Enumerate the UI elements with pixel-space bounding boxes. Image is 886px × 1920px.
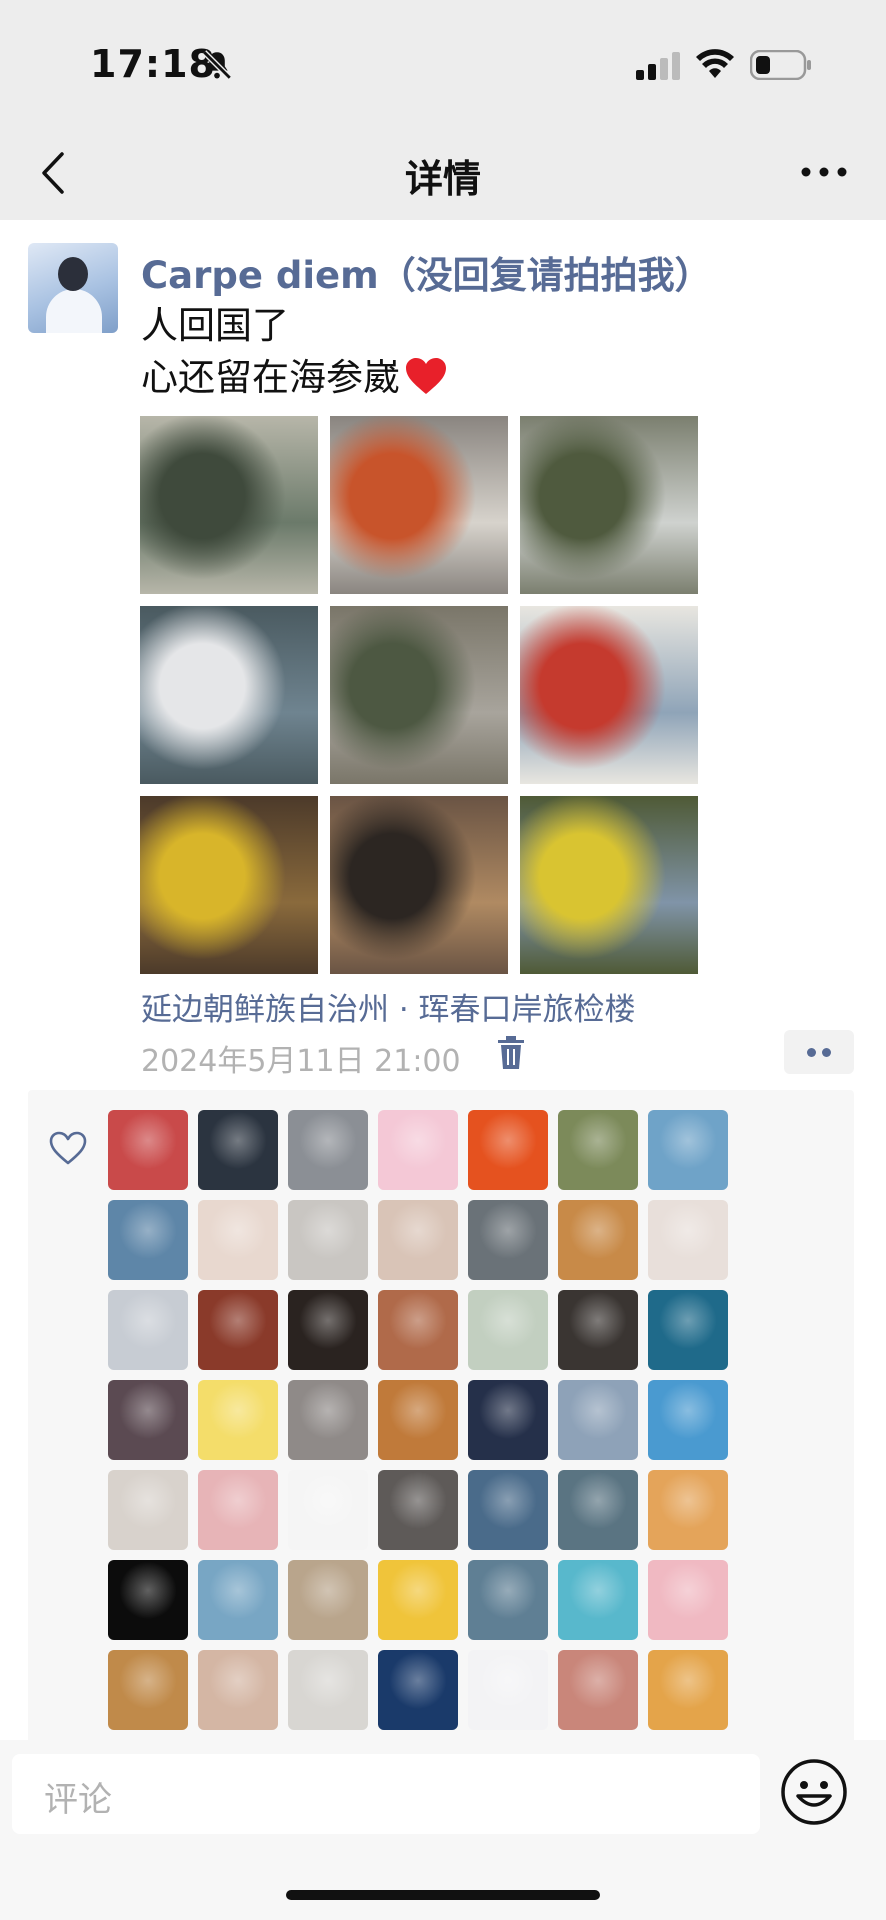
liker-avatar[interactable] <box>288 1560 368 1640</box>
photo-grid <box>140 416 698 974</box>
liker-avatar[interactable] <box>648 1470 728 1550</box>
liker-avatar[interactable] <box>648 1560 728 1640</box>
smiley-icon[interactable] <box>780 1758 848 1826</box>
liker-avatar[interactable] <box>288 1290 368 1370</box>
liker-avatar[interactable] <box>558 1380 638 1460</box>
liker-avatar[interactable] <box>108 1470 188 1550</box>
liker-avatar[interactable] <box>468 1110 548 1190</box>
liker-avatar[interactable] <box>558 1110 638 1190</box>
liker-avatar[interactable] <box>108 1200 188 1280</box>
liker-avatar[interactable] <box>648 1650 728 1730</box>
bell-slash-icon <box>202 50 232 80</box>
liker-avatar[interactable] <box>288 1110 368 1190</box>
liker-avatar[interactable] <box>198 1290 278 1370</box>
post-action-button[interactable] <box>784 1030 854 1074</box>
status-bar: 17:18 <box>0 0 886 130</box>
street-cafe-photo[interactable] <box>140 796 318 974</box>
post-text-line-2: 心还留在海参崴 <box>141 352 448 404</box>
liker-avatar[interactable] <box>378 1290 458 1370</box>
nav-bar: 详情 <box>0 130 886 220</box>
liker-avatar[interactable] <box>558 1470 638 1550</box>
woman-leather-jacket-photo[interactable] <box>330 796 508 974</box>
liker-avatar[interactable] <box>108 1110 188 1190</box>
liker-avatar[interactable] <box>198 1650 278 1730</box>
liker-avatar[interactable] <box>378 1380 458 1460</box>
post-text-line-1: 人回国了 <box>141 304 289 347</box>
liker-avatar[interactable] <box>288 1650 368 1730</box>
comment-bar: 评论 <box>0 1740 886 1920</box>
liker-avatar[interactable] <box>198 1110 278 1190</box>
crab-legs-photo[interactable] <box>330 416 508 594</box>
page-title: 详情 <box>404 157 481 201</box>
home-indicator <box>286 1890 600 1900</box>
liker-avatar[interactable] <box>558 1560 638 1640</box>
liker-avatar[interactable] <box>648 1380 728 1460</box>
comment-placeholder: 评论 <box>44 1780 112 1820</box>
liker-avatar[interactable] <box>288 1380 368 1460</box>
author-avatar[interactable] <box>28 243 118 333</box>
post-text-line-2-text: 心还留在海参崴 <box>141 356 400 399</box>
liker-avatar[interactable] <box>468 1470 548 1550</box>
tank-parade-photo[interactable] <box>330 606 508 784</box>
liker-avatar[interactable] <box>378 1200 458 1280</box>
trash-icon[interactable] <box>496 1036 526 1070</box>
liker-avatar[interactable] <box>468 1560 548 1640</box>
liker-avatar[interactable] <box>378 1110 458 1190</box>
heart-outline-icon <box>49 1131 87 1165</box>
liker-avatar[interactable] <box>648 1290 728 1370</box>
liker-avatar[interactable] <box>288 1470 368 1550</box>
liker-avatar[interactable] <box>378 1470 458 1550</box>
liker-avatar[interactable] <box>558 1650 638 1730</box>
liker-avatar[interactable] <box>468 1650 548 1730</box>
likes-panel <box>28 1090 854 1750</box>
liker-avatar[interactable] <box>198 1380 278 1460</box>
post-text: 人回国了 心还留在海参崴 <box>141 300 448 404</box>
cellular-signal-icon <box>636 52 680 80</box>
liker-avatar[interactable] <box>378 1560 458 1640</box>
liker-avatar[interactable] <box>198 1470 278 1550</box>
comment-input[interactable]: 评论 <box>12 1754 760 1834</box>
more-dots-icon[interactable] <box>800 160 848 184</box>
liker-avatar[interactable] <box>468 1200 548 1280</box>
scooters-statue-photo[interactable] <box>520 796 698 974</box>
military-truck-photo[interactable] <box>520 416 698 594</box>
liker-avatar[interactable] <box>378 1650 458 1730</box>
liker-avatar[interactable] <box>108 1380 188 1460</box>
liker-avatar[interactable] <box>198 1200 278 1280</box>
author-name[interactable]: Carpe diem（没回复请拍拍我） <box>141 245 712 299</box>
liker-avatar[interactable] <box>108 1560 188 1640</box>
post-location[interactable]: 延边朝鲜族自治州 · 珲春口岸旅检楼 <box>141 984 636 1029</box>
navy-parade-photo[interactable] <box>140 606 318 784</box>
liker-avatar[interactable] <box>288 1200 368 1280</box>
battery-icon <box>750 50 811 80</box>
post-timestamp: 2024年5月11日 21:00 <box>141 1044 461 1079</box>
red-heart-emoji-icon <box>406 358 446 394</box>
liker-avatar[interactable] <box>468 1290 548 1370</box>
liker-avatar[interactable] <box>198 1560 278 1640</box>
vintage-car-parade-photo[interactable] <box>520 606 698 784</box>
liker-avatar[interactable] <box>108 1650 188 1730</box>
liker-avatar[interactable] <box>108 1290 188 1370</box>
liker-avatar[interactable] <box>648 1200 728 1280</box>
liker-avatar[interactable] <box>558 1290 638 1370</box>
liker-avatar[interactable] <box>468 1380 548 1460</box>
status-time: 17:18 <box>90 42 216 86</box>
liker-avatar[interactable] <box>648 1110 728 1190</box>
soldier-tank-photo[interactable] <box>140 416 318 594</box>
liker-avatar[interactable] <box>558 1200 638 1280</box>
wifi-icon <box>696 49 734 78</box>
